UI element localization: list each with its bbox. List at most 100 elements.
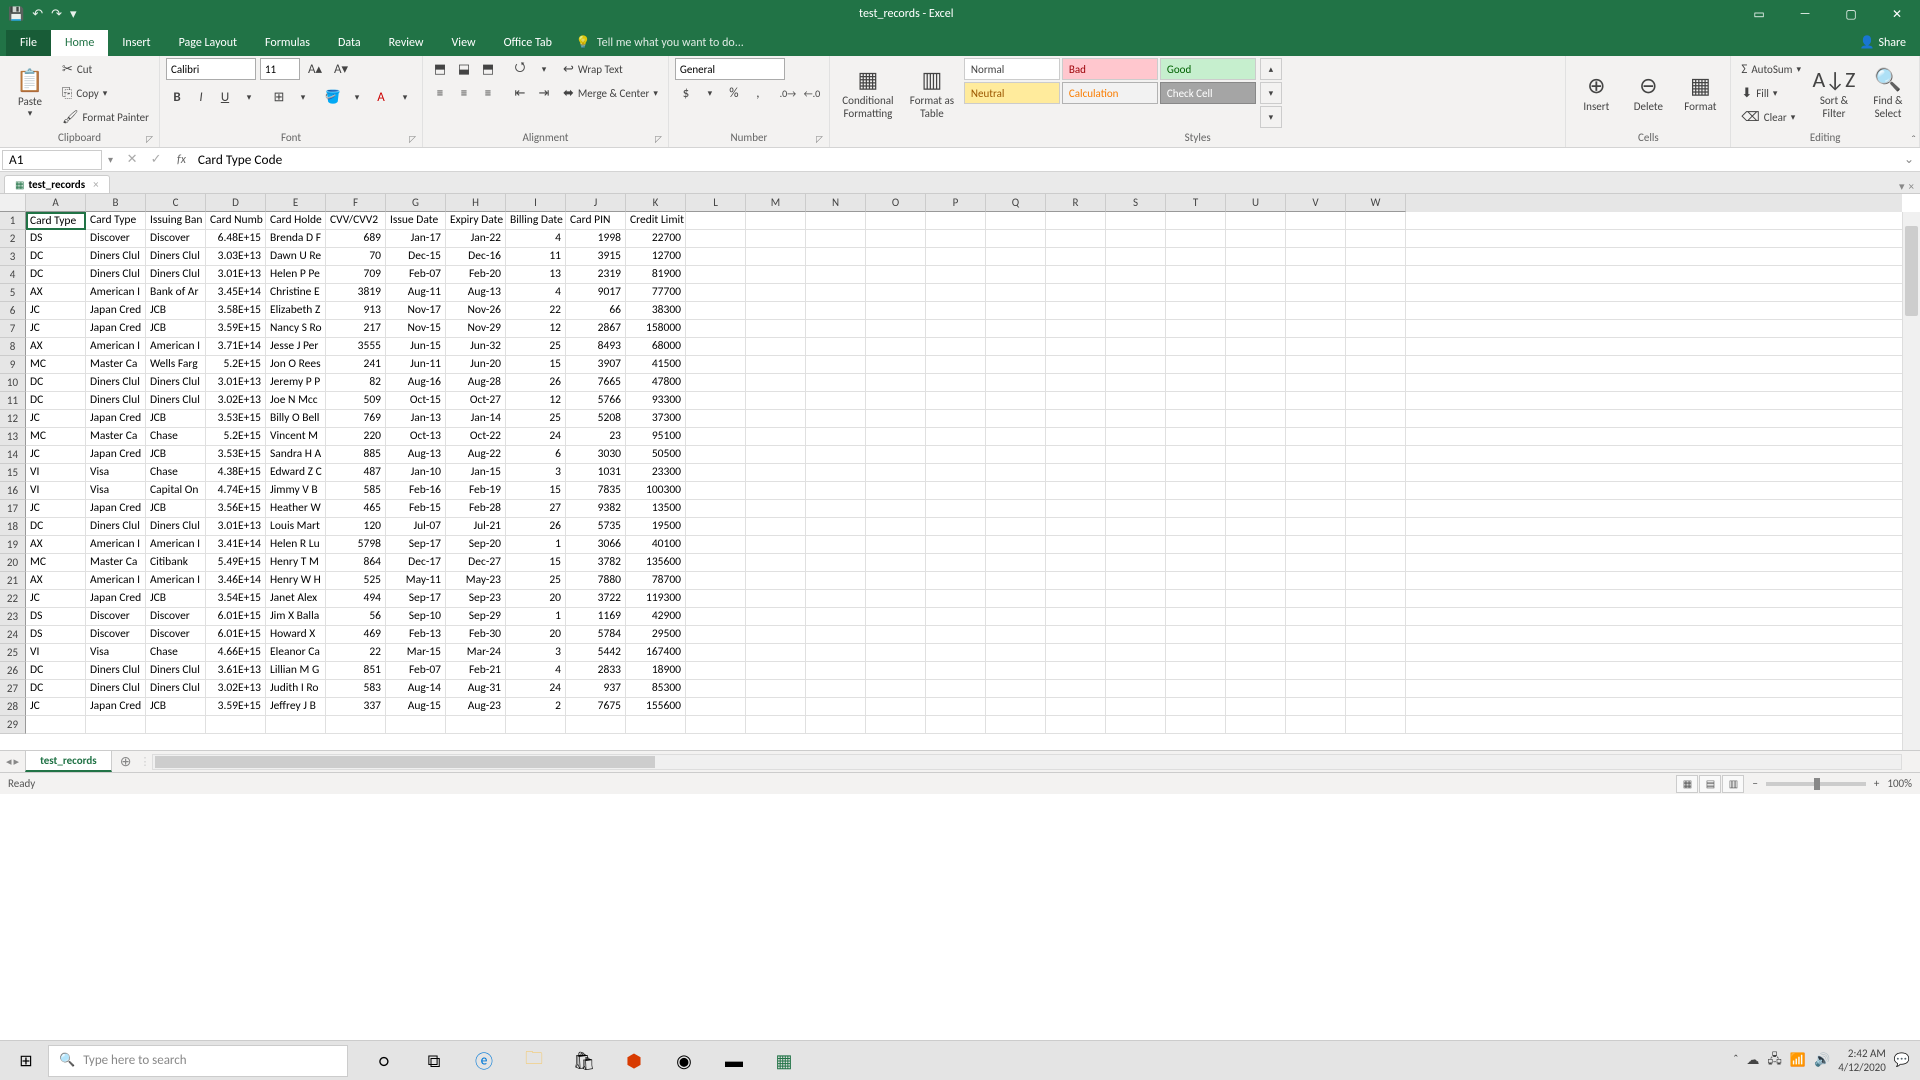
cell[interactable]: [1166, 356, 1226, 374]
cell[interactable]: [1346, 212, 1406, 230]
cell[interactable]: [686, 716, 746, 734]
launcher-icon[interactable]: ◸: [816, 134, 823, 145]
column-header[interactable]: N: [806, 194, 866, 212]
cell[interactable]: American I: [146, 338, 206, 356]
cell[interactable]: Jim X Balla: [266, 608, 326, 626]
cell[interactable]: [806, 428, 866, 446]
cell[interactable]: 23300: [626, 464, 686, 482]
shrink-font-icon[interactable]: A▾: [330, 58, 352, 80]
cell[interactable]: [746, 320, 806, 338]
cell[interactable]: [1166, 626, 1226, 644]
cell[interactable]: [986, 716, 1046, 734]
cell[interactable]: [806, 320, 866, 338]
cell[interactable]: Issuing Ban: [146, 212, 206, 230]
column-header[interactable]: V: [1286, 194, 1346, 212]
increase-decimal-icon[interactable]: .0→: [777, 82, 799, 104]
horizontal-scrollbar[interactable]: [152, 754, 1902, 770]
row-header[interactable]: 17: [0, 500, 26, 518]
cell[interactable]: [1346, 356, 1406, 374]
chevron-down-icon[interactable]: ▾: [699, 82, 721, 104]
gallery-more-icon[interactable]: ▾: [1260, 106, 1282, 128]
cell[interactable]: [1346, 374, 1406, 392]
cell[interactable]: 5.2E+15: [206, 428, 266, 446]
find-select-button[interactable]: 🔍Find & Select: [1863, 58, 1913, 128]
cell[interactable]: [266, 716, 326, 734]
cell[interactable]: [746, 302, 806, 320]
save-icon[interactable]: 💾: [8, 7, 24, 22]
cell[interactable]: Dec-15: [386, 248, 446, 266]
cell[interactable]: 19500: [626, 518, 686, 536]
cell[interactable]: [686, 698, 746, 716]
cell[interactable]: [1166, 608, 1226, 626]
cell[interactable]: 12: [506, 392, 566, 410]
cell[interactable]: 3066: [566, 536, 626, 554]
cell[interactable]: Diners Clul: [146, 518, 206, 536]
cell[interactable]: [1046, 410, 1106, 428]
cell[interactable]: Discover: [146, 626, 206, 644]
cell[interactable]: 68000: [626, 338, 686, 356]
cell[interactable]: [866, 392, 926, 410]
cell[interactable]: [1226, 482, 1286, 500]
cell[interactable]: 27: [506, 500, 566, 518]
cell[interactable]: [1286, 680, 1346, 698]
cell[interactable]: [1046, 626, 1106, 644]
maximize-icon[interactable]: ▢: [1828, 0, 1874, 28]
cell[interactable]: [1166, 410, 1226, 428]
cell[interactable]: 3.59E+15: [206, 698, 266, 716]
cell[interactable]: [986, 320, 1046, 338]
cell[interactable]: 13: [506, 266, 566, 284]
cell[interactable]: [1226, 410, 1286, 428]
cell[interactable]: Bank of Ar: [146, 284, 206, 302]
cell[interactable]: [926, 482, 986, 500]
cell[interactable]: [986, 230, 1046, 248]
underline-button[interactable]: U: [214, 86, 236, 108]
cell[interactable]: 3915: [566, 248, 626, 266]
column-header[interactable]: O: [866, 194, 926, 212]
chevron-down-icon[interactable]: ▾: [238, 86, 260, 108]
column-header[interactable]: P: [926, 194, 986, 212]
cell[interactable]: [1346, 446, 1406, 464]
cell[interactable]: [866, 248, 926, 266]
chevron-down-icon[interactable]: ▾: [533, 58, 555, 80]
cell[interactable]: 11: [506, 248, 566, 266]
cell[interactable]: [746, 626, 806, 644]
tab-data[interactable]: Data: [324, 30, 375, 56]
cell[interactable]: [806, 644, 866, 662]
onedrive-icon[interactable]: ☁: [1746, 1053, 1759, 1068]
cell[interactable]: [986, 446, 1046, 464]
cell[interactable]: [1286, 320, 1346, 338]
cell[interactable]: Sep-23: [446, 590, 506, 608]
tab-review[interactable]: Review: [375, 30, 438, 56]
cell[interactable]: Jan-13: [386, 410, 446, 428]
tab-formulas[interactable]: Formulas: [251, 30, 324, 56]
row-header[interactable]: 26: [0, 662, 26, 680]
cell[interactable]: 5798: [326, 536, 386, 554]
cell[interactable]: [806, 536, 866, 554]
row-header[interactable]: 16: [0, 482, 26, 500]
cell[interactable]: [1286, 644, 1346, 662]
cell[interactable]: 24: [506, 428, 566, 446]
cell[interactable]: [746, 536, 806, 554]
cell[interactable]: JCB: [146, 302, 206, 320]
cell[interactable]: Feb-16: [386, 482, 446, 500]
cell[interactable]: [1346, 590, 1406, 608]
insert-cells-button[interactable]: ⊕Insert: [1572, 58, 1620, 128]
cell[interactable]: [1226, 680, 1286, 698]
row-header[interactable]: 1: [0, 212, 26, 230]
cell[interactable]: [806, 464, 866, 482]
cell[interactable]: 9017: [566, 284, 626, 302]
cell[interactable]: [686, 302, 746, 320]
cell[interactable]: 38300: [626, 302, 686, 320]
collapse-ribbon-icon[interactable]: ˆ: [1911, 134, 1916, 148]
cell[interactable]: [626, 716, 686, 734]
cell[interactable]: [686, 284, 746, 302]
cell[interactable]: Feb-13: [386, 626, 446, 644]
cell[interactable]: [1046, 572, 1106, 590]
cell[interactable]: [746, 428, 806, 446]
cell[interactable]: American I: [86, 572, 146, 590]
cell[interactable]: [1286, 284, 1346, 302]
cell[interactable]: 20: [506, 590, 566, 608]
cell[interactable]: [986, 500, 1046, 518]
cell[interactable]: [926, 518, 986, 536]
cell[interactable]: [746, 464, 806, 482]
